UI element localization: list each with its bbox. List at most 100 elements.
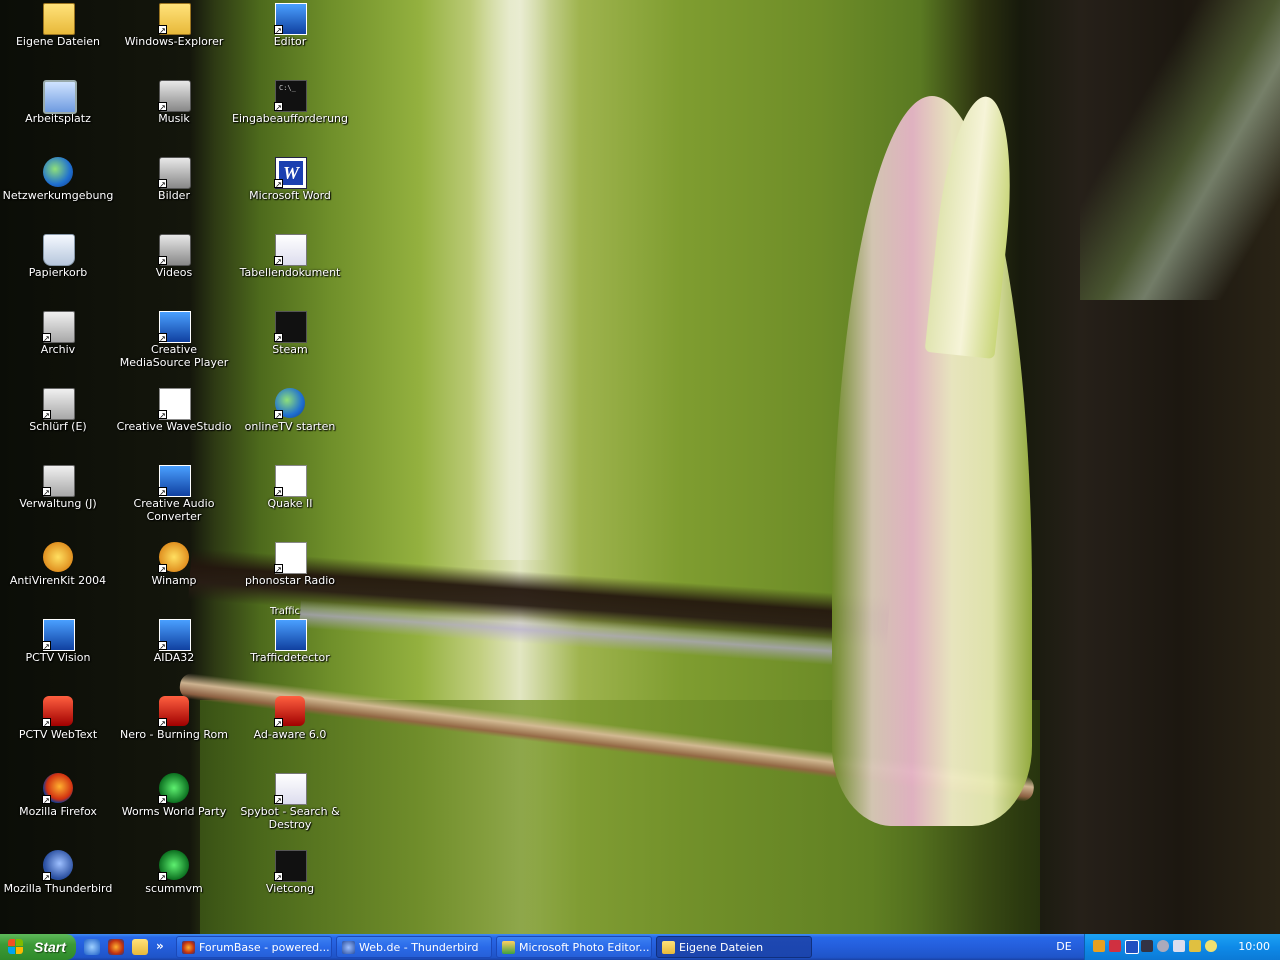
desktop-icon-image: ↗	[158, 156, 191, 189]
desktop-icon-image: ↗	[274, 464, 307, 497]
folder-icon	[662, 941, 675, 954]
taskbar-button[interactable]: Web.de - Thunderbird	[336, 936, 492, 958]
taskbar-button[interactable]: ForumBase - powered...	[176, 936, 332, 958]
tray-clock-icon[interactable]	[1157, 940, 1169, 952]
desktop-icon[interactable]: ↗ Steam	[232, 310, 348, 356]
quick-launch-folder-icon[interactable]	[132, 939, 148, 955]
desktop-icon-image	[42, 2, 75, 35]
desktop-icon[interactable]: ↗ Quake II	[232, 464, 348, 510]
desktop-icon[interactable]: ↗ Editor	[232, 2, 348, 48]
desktop-icon[interactable]: ↗ Mozilla Firefox	[0, 772, 116, 818]
start-button[interactable]: Start	[0, 934, 76, 960]
desktop-icon[interactable]: ↗ Creative Audio Converter	[116, 464, 232, 523]
desktop-icon[interactable]: ↗ Verwaltung (J)	[0, 464, 116, 510]
shortcut-arrow-icon: ↗	[42, 410, 51, 420]
desktop-icon-label: PCTV Vision	[25, 651, 91, 664]
desktop-icon[interactable]: AntiVirenKit 2004	[0, 541, 116, 587]
desktop-icon[interactable]: ↗ AIDA32	[116, 618, 232, 664]
shortcut-arrow-icon: ↗	[274, 795, 283, 805]
desktop-icon[interactable]: ↗ Worms World Party	[116, 772, 232, 818]
desktop-icon[interactable]: Papierkorb	[0, 233, 116, 279]
desktop-icon-label: Worms World Party	[121, 805, 227, 818]
tray-sync-icon[interactable]	[1205, 940, 1217, 952]
desktop-icon[interactable]: ↗ Windows-Explorer	[116, 2, 232, 48]
shortcut-arrow-icon: ↗	[42, 641, 51, 651]
desktop-icon[interactable]: ↗ Musik	[116, 79, 232, 125]
desktop-icon[interactable]: ↗ Archiv	[0, 310, 116, 356]
desktop-icon-label: Editor	[273, 35, 307, 48]
desktop-icon-label: Tabellendokument	[239, 266, 341, 279]
tray-antivirus-icon[interactable]	[1093, 940, 1105, 952]
shortcut-arrow-icon: ↗	[158, 179, 167, 189]
tray-traffic-icon[interactable]	[1125, 940, 1139, 954]
desktop-icon-label: Archiv	[40, 343, 76, 356]
shortcut-arrow-icon: ↗	[42, 333, 51, 343]
desktop-icon-label: Ad-aware 6.0	[253, 728, 327, 741]
quick-launch-overflow[interactable]: »	[156, 934, 164, 958]
shortcut-arrow-icon: ↗	[274, 102, 283, 112]
thunderbird-icon	[342, 941, 355, 954]
desktop-icon-image: W ↗	[274, 156, 307, 189]
desktop-icon[interactable]: ↗ Videos	[116, 233, 232, 279]
desktop-icon[interactable]: ↗ Schlürf (E)	[0, 387, 116, 433]
tray-volume-icon[interactable]	[1173, 940, 1185, 952]
quick-launch-firefox-icon[interactable]	[108, 939, 124, 955]
traffic-badge-text: Traffic	[270, 606, 301, 617]
shortcut-arrow-icon: ↗	[42, 718, 51, 728]
desktop-icon-image	[42, 156, 74, 188]
taskbar-button[interactable]: Eigene Dateien	[656, 936, 812, 958]
desktop-icon[interactable]: ↗ phonostar Radio	[232, 541, 348, 587]
desktop-icon-image: ↗	[274, 387, 306, 420]
desktop-icon-image: ↗	[42, 310, 75, 343]
shortcut-arrow-icon: ↗	[158, 872, 167, 882]
desktop-icon[interactable]: ↗ Winamp	[116, 541, 232, 587]
taskbar-button[interactable]: Microsoft Photo Editor...	[496, 936, 652, 958]
shortcut-arrow-icon: ↗	[158, 25, 167, 35]
tray-shield-icon[interactable]	[1189, 940, 1201, 952]
desktop-icon[interactable]: Netzwerkumgebung	[0, 156, 116, 202]
desktop-icon[interactable]: ↗ Mozilla Thunderbird	[0, 849, 116, 895]
desktop-icon-label: scummvm	[145, 882, 203, 895]
desktop-icon-label: Nero - Burning Rom	[120, 728, 228, 741]
desktop-icon-image: ↗	[158, 310, 191, 343]
desktop-icon-label: Steam	[272, 343, 308, 356]
desktop-icon[interactable]: ↗ Creative WaveStudio	[116, 387, 232, 433]
shortcut-arrow-icon: ↗	[158, 641, 167, 651]
tray-monitor-icon[interactable]	[1141, 940, 1153, 952]
desktop-icon[interactable]: ↗ PCTV WebText	[0, 695, 116, 741]
desktop-icon[interactable]: ↗ Vietcong	[232, 849, 348, 895]
desktop-icon[interactable]: Arbeitsplatz	[0, 79, 116, 125]
desktop-icon-image: C:\_ ↗	[274, 79, 307, 112]
desktop-icon[interactable]: Eigene Dateien	[0, 2, 116, 48]
desktop-icon-label: Vietcong	[265, 882, 315, 895]
desktop-icon-image: Traffic	[270, 606, 307, 651]
desktop-icon[interactable]: ↗ onlineTV starten	[232, 387, 348, 433]
start-label: Start	[34, 939, 66, 955]
desktop-icon[interactable]: ↗ PCTV Vision	[0, 618, 116, 664]
recycle-bin-icon	[43, 234, 75, 266]
desktop-icon[interactable]: ↗ scummvm	[116, 849, 232, 895]
quick-launch-ie-icon[interactable]	[84, 939, 100, 955]
desktop-icon[interactable]: ↗ Bilder	[116, 156, 232, 202]
shortcut-arrow-icon: ↗	[274, 718, 283, 728]
wallpaper-highlight	[470, 0, 550, 560]
clock[interactable]: 10:00	[1238, 934, 1270, 960]
shortcut-arrow-icon: ↗	[274, 25, 283, 35]
shortcut-arrow-icon: ↗	[42, 795, 51, 805]
desktop-icon[interactable]: Traffic Trafficdetector	[232, 606, 348, 664]
shortcut-arrow-icon: ↗	[158, 102, 167, 112]
command-prompt-text: C:\_	[279, 84, 296, 92]
language-indicator[interactable]: DE	[1052, 934, 1076, 960]
desktop-icon[interactable]: ↗ Tabellendokument	[232, 233, 348, 279]
desktop-icon[interactable]: ↗ Spybot - Search & Destroy	[232, 772, 348, 831]
shortcut-arrow-icon: ↗	[274, 487, 283, 497]
photo-editor-icon	[502, 941, 515, 954]
tray-network-icon[interactable]	[1109, 940, 1121, 952]
desktop-icon-image: ↗	[274, 695, 306, 728]
desktop-icon[interactable]: ↗ Nero - Burning Rom	[116, 695, 232, 741]
desktop-icon-label: Eigene Dateien	[15, 35, 101, 48]
desktop-icon[interactable]: C:\_ ↗ Eingabeaufforderung	[232, 79, 348, 125]
desktop-icon[interactable]: W ↗ Microsoft Word	[232, 156, 348, 202]
desktop-icon[interactable]: ↗ Creative MediaSource Player	[116, 310, 232, 369]
desktop-icon[interactable]: ↗ Ad-aware 6.0	[232, 695, 348, 741]
